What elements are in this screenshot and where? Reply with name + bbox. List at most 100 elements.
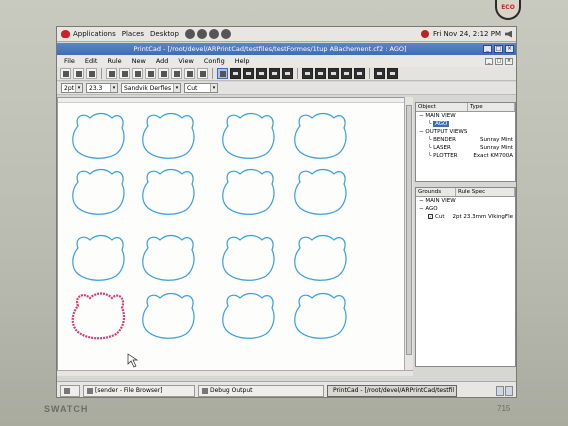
terminal-launcher-icon[interactable]	[208, 29, 219, 39]
workspace-switcher[interactable]	[496, 385, 513, 396]
open-file-icon[interactable]	[73, 68, 84, 79]
die-shape[interactable]	[142, 168, 195, 215]
zoom-in-icon[interactable]	[171, 68, 182, 79]
die-shape[interactable]	[294, 112, 347, 159]
update-notifier-icon[interactable]	[420, 30, 429, 38]
new-file-icon[interactable]	[60, 68, 71, 79]
die-shape[interactable]	[222, 292, 275, 339]
align-left-icon[interactable]	[230, 68, 241, 79]
type-select[interactable]: Cut ▾	[184, 83, 218, 93]
tree-item[interactable]: └ PLOTTER Exact KM700A	[416, 152, 515, 160]
tree-item[interactable]: ✓ Cut 2pt 23.3mm VikingFle	[416, 213, 515, 221]
die-shape[interactable]	[72, 112, 125, 159]
show-desktop-button[interactable]	[60, 384, 80, 397]
distribute-icon[interactable]	[269, 68, 280, 79]
zoom-out-icon[interactable]	[184, 68, 195, 79]
menu-help[interactable]: Help	[230, 57, 255, 65]
workspace-2[interactable]	[505, 385, 513, 396]
die-shape[interactable]	[222, 112, 275, 159]
task-printcad[interactable]: PrintCad - [/root/devel/ARPrintCad/testf…	[327, 384, 457, 397]
rule-vertical-icon[interactable]	[354, 68, 365, 79]
die-shape[interactable]	[294, 292, 347, 339]
col-object[interactable]: Object	[416, 103, 468, 111]
rule-horizontal-icon[interactable]	[341, 68, 352, 79]
chevron-down-icon: ▾	[110, 84, 117, 92]
checkbox-checked-icon[interactable]: ✓	[428, 214, 433, 219]
paste-icon[interactable]	[132, 68, 143, 79]
browser-launcher-icon[interactable]	[184, 29, 195, 39]
align-right-icon[interactable]	[256, 68, 267, 79]
die-shape-selected[interactable]	[71, 292, 126, 340]
align-center-icon[interactable]	[243, 68, 254, 79]
die-shape[interactable]	[294, 168, 347, 215]
tree-item[interactable]: └ AGO	[416, 120, 515, 128]
object-type-value: Sunray Mint	[479, 137, 513, 143]
die-shape[interactable]	[142, 112, 195, 159]
clock[interactable]: Fri Nov 24, 2:12 PM	[433, 30, 501, 38]
menu-desktop[interactable]: Desktop	[150, 30, 179, 38]
die-shape[interactable]	[72, 234, 125, 281]
undo-icon[interactable]	[145, 68, 156, 79]
die-shape[interactable]	[72, 168, 125, 215]
window-title-bar[interactable]: PrintCad - [/root/devel/ARPrintCad/testf…	[57, 43, 516, 55]
doc-close-button[interactable]: ×	[505, 57, 513, 65]
drawing-canvas[interactable]	[57, 97, 413, 376]
rule-top-icon[interactable]	[302, 68, 313, 79]
shape-grid[interactable]	[58, 104, 403, 369]
rule-middle-icon[interactable]	[315, 68, 326, 79]
menu-config[interactable]: Config	[199, 57, 230, 65]
tree-item[interactable]: − AGO	[416, 205, 515, 213]
copy-icon[interactable]	[119, 68, 130, 79]
rule-bottom-icon[interactable]	[328, 68, 339, 79]
save-file-icon[interactable]	[86, 68, 97, 79]
menu-rule[interactable]: Rule	[102, 57, 126, 65]
die-shape[interactable]	[142, 292, 195, 339]
redo-icon[interactable]	[158, 68, 169, 79]
close-button[interactable]: ×	[505, 45, 514, 53]
die-shape[interactable]	[294, 234, 347, 281]
col-rule-spec[interactable]: Rule Spec	[456, 188, 515, 196]
height-select[interactable]: 23.3 ▾	[86, 83, 118, 93]
gnome-foot-icon[interactable]	[61, 30, 70, 38]
volume-icon[interactable]	[505, 30, 512, 38]
tree-item[interactable]: └ LASER Sunray Mint	[416, 144, 515, 152]
die-shape[interactable]	[222, 234, 275, 281]
pointer-tool-icon[interactable]	[217, 68, 228, 79]
die-shape[interactable]	[222, 168, 275, 215]
menu-file[interactable]: File	[59, 57, 80, 65]
task-debug-output[interactable]: Debug Output	[198, 384, 324, 397]
tree-item[interactable]: − MAIN VIEW	[416, 197, 515, 205]
horizontal-scrollbar[interactable]	[57, 370, 413, 376]
menu-edit[interactable]: Edit	[80, 57, 103, 65]
mail-launcher-icon[interactable]	[196, 29, 207, 39]
tree-item[interactable]: └ BENDER Sunray Mint	[416, 136, 515, 144]
vertical-scrollbar[interactable]	[404, 97, 413, 376]
cut-icon[interactable]	[106, 68, 117, 79]
menu-places[interactable]: Places	[122, 30, 144, 38]
die-shape[interactable]	[142, 234, 195, 281]
tree-item[interactable]: − MAIN VIEW	[416, 112, 515, 120]
menu-view[interactable]: View	[173, 57, 198, 65]
minimize-button[interactable]: _	[483, 45, 492, 53]
width-select[interactable]: 2pt ▾	[61, 83, 83, 93]
workspace-1[interactable]	[496, 385, 504, 396]
group-icon[interactable]	[282, 68, 293, 79]
layer-up-icon[interactable]	[387, 68, 398, 79]
col-type[interactable]: Type	[468, 103, 515, 111]
tool-select[interactable]: Sandvik Derfles ▾	[121, 83, 181, 93]
doc-minimize-button[interactable]: _	[485, 57, 493, 65]
layer-down-icon[interactable]	[374, 68, 385, 79]
scroll-thumb[interactable]	[406, 105, 412, 355]
tree-item[interactable]: − OUTPUT VIEWS	[416, 128, 515, 136]
menu-add[interactable]: Add	[151, 57, 174, 65]
zoom-fit-icon[interactable]	[197, 68, 208, 79]
menu-new[interactable]: New	[127, 57, 151, 65]
maximize-button[interactable]: □	[494, 45, 503, 53]
col-grounds[interactable]: Grounds	[416, 188, 456, 196]
top-ruler	[58, 98, 412, 103]
help-launcher-icon[interactable]	[220, 29, 231, 39]
doc-restore-button[interactable]: □	[495, 57, 503, 65]
height-value: 23.3	[89, 84, 103, 92]
menu-applications[interactable]: Applications	[73, 30, 116, 38]
task-file-browser[interactable]: [sender - File Browser]	[83, 384, 195, 397]
